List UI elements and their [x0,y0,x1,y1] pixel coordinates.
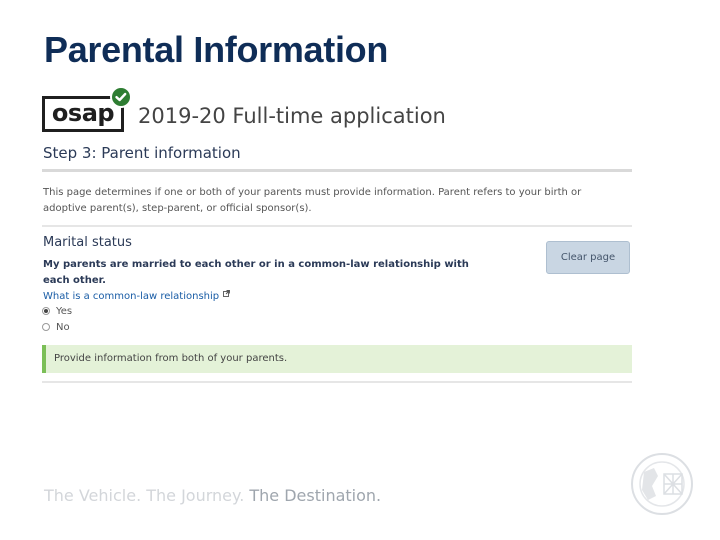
option-yes-label: Yes [56,305,73,317]
divider [42,169,632,172]
application-heading: 2019-20 Full-time application [138,104,446,128]
radio-no[interactable] [42,323,50,331]
tagline-light: The Vehicle. The Journey. [44,486,245,505]
check-circle-icon [110,86,132,108]
clear-page-button[interactable]: Clear page [546,241,630,274]
divider [42,225,632,227]
section-title: Marital status [43,235,132,250]
help-link[interactable]: What is a common-law relationship [43,289,231,302]
radio-yes[interactable] [42,307,50,315]
help-link-label[interactable]: What is a common-law relationship [43,291,219,302]
step-title: Step 3: Parent information [43,144,241,162]
divider [42,381,632,383]
app-header: osap 2019-20 Full-time application [42,86,642,138]
info-alert: Provide information from both of your pa… [42,345,632,373]
slide-title: Parental Information [44,29,389,70]
tagline: The Vehicle. The Journey. The Destinatio… [44,486,381,505]
external-link-icon [223,289,231,300]
option-no[interactable]: No [42,320,70,334]
question-label: My parents are married to each other or … [43,259,469,286]
intro-text: This page determines if one or both of y… [43,187,582,214]
tagline-strong: The Destination. [249,486,382,505]
option-yes[interactable]: Yes [42,304,72,318]
crest-emblem-icon [630,452,694,516]
option-no-label: No [56,321,70,333]
